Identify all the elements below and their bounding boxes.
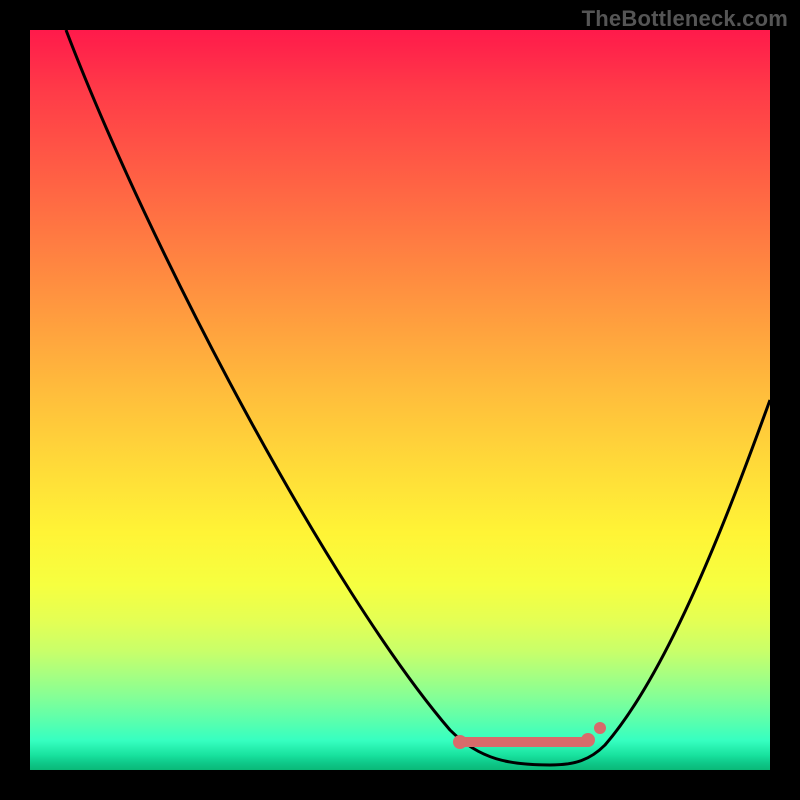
bottleneck-curve bbox=[66, 30, 770, 765]
chart-curve-svg bbox=[30, 30, 770, 770]
optimal-zone-right-dot bbox=[581, 733, 595, 747]
optimal-zone-right-upper-dot bbox=[594, 722, 606, 734]
optimal-zone-left-dot bbox=[453, 735, 467, 749]
watermark-text: TheBottleneck.com bbox=[582, 6, 788, 32]
chart-area bbox=[30, 30, 770, 770]
